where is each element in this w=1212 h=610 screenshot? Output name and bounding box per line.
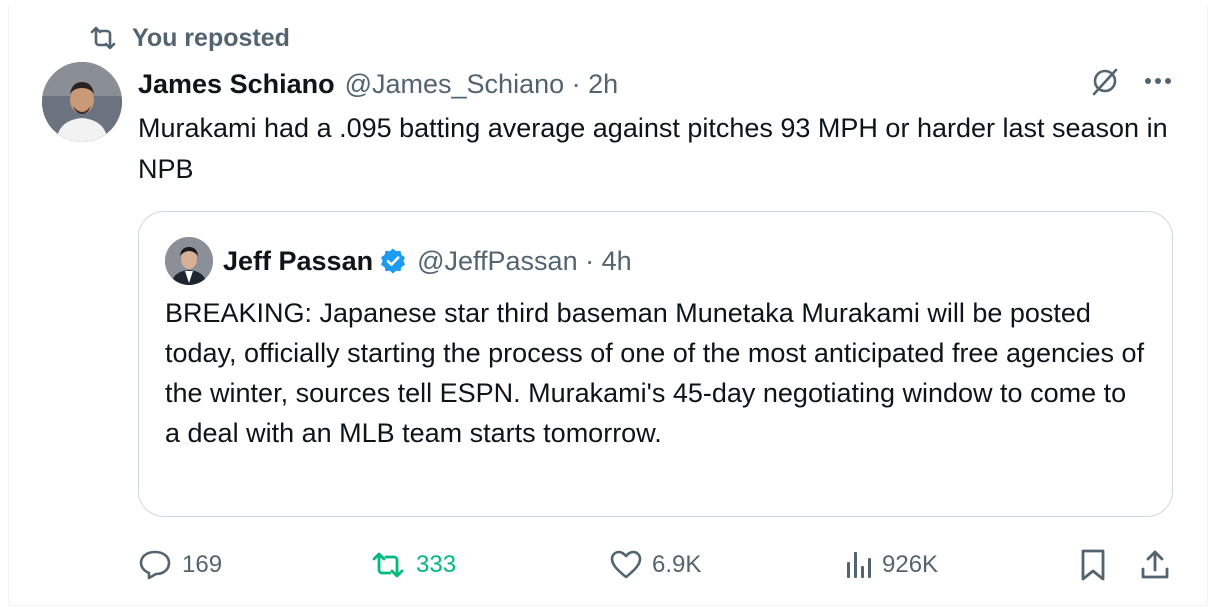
tweet-top-actions (1088, 64, 1172, 98)
verified-badge-icon (379, 247, 407, 275)
analytics-icon (846, 550, 872, 580)
like-count: 6.9K (652, 551, 702, 578)
reply-count: 169 (182, 551, 223, 578)
author-name[interactable]: James Schiano (138, 69, 335, 100)
quoted-author-handle-time[interactable]: @JeffPassan · 4h (417, 246, 632, 277)
share-button[interactable] (1140, 540, 1170, 590)
like-button[interactable]: 6.9K (610, 540, 701, 590)
heart-icon (610, 550, 642, 580)
grok-icon[interactable] (1088, 64, 1122, 98)
quoted-avatar[interactable] (165, 237, 213, 285)
avatar[interactable] (42, 62, 122, 142)
reply-icon (138, 549, 172, 581)
repost-count: 333 (416, 551, 457, 578)
share-icon (1140, 549, 1170, 581)
more-options-icon[interactable] (1144, 76, 1172, 86)
quoted-author-name[interactable]: Jeff Passan (223, 246, 373, 277)
tweet-header: James Schiano @James_Schiano · 2h (138, 64, 618, 104)
reply-button[interactable]: 169 (138, 540, 222, 590)
repost-label: You reposted (132, 23, 290, 52)
quoted-tweet-text: BREAKING: Japanese star third baseman Mu… (165, 298, 1145, 448)
bookmark-icon (1080, 548, 1106, 582)
repost-indicator: You reposted (88, 22, 290, 54)
views-button[interactable]: 926K (846, 540, 938, 590)
quoted-tweet[interactable]: Jeff Passan @JeffPassan · 4h BREAKING: J… (138, 211, 1173, 517)
repost-icon (88, 26, 118, 50)
tweet-text: Murakami had a .095 batting average agai… (138, 113, 1168, 184)
quoted-tweet-header: Jeff Passan @JeffPassan · 4h (165, 236, 632, 286)
repost-button[interactable]: 333 (370, 540, 456, 590)
repost-active-icon (370, 551, 406, 579)
view-count: 926K (882, 551, 939, 578)
author-handle-time[interactable]: @James_Schiano · 2h (345, 69, 619, 100)
engagement-bar: 169 333 6.9K 926K (0, 540, 1212, 590)
bookmark-button[interactable] (1080, 540, 1106, 590)
